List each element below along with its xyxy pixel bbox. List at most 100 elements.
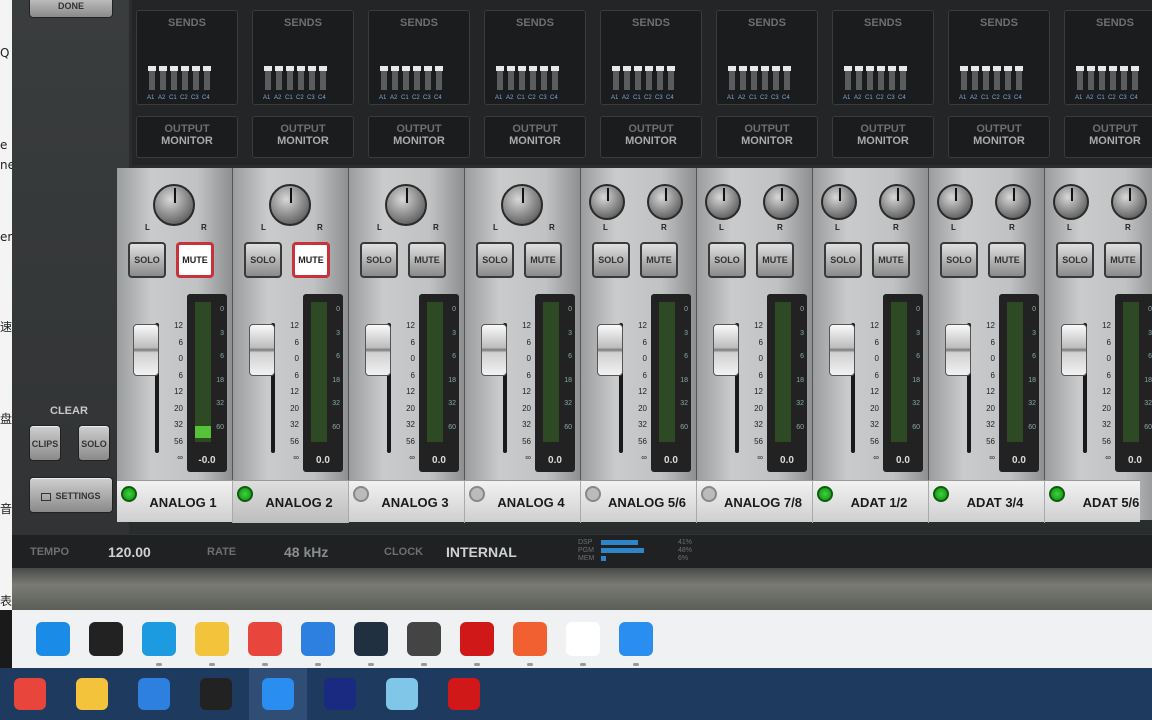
send-level-slider[interactable] [1120, 66, 1128, 90]
send-level-slider[interactable] [993, 66, 1001, 90]
send-level-slider[interactable] [159, 66, 167, 90]
power-icon[interactable] [585, 486, 601, 502]
output-selector[interactable]: OUTPUT MONITOR [948, 116, 1050, 158]
output-selector[interactable]: OUTPUT MONITOR [600, 116, 702, 158]
send-level-slider[interactable] [960, 66, 968, 90]
send-level-slider[interactable] [623, 66, 631, 90]
pan-right-knob[interactable] [995, 184, 1031, 220]
send-level-slider[interactable] [982, 66, 990, 90]
pan-left-knob[interactable] [589, 184, 625, 220]
send-level-slider[interactable] [866, 66, 874, 90]
channel-name-cell[interactable]: ANALOG 3 [349, 481, 465, 523]
volume-fader[interactable] [945, 324, 971, 376]
pan-knob[interactable] [501, 184, 543, 226]
send-level-slider[interactable] [1076, 66, 1084, 90]
file-explorer-icon[interactable] [76, 678, 108, 710]
solo-button[interactable]: SOLO [940, 242, 978, 278]
search-icon[interactable] [89, 622, 123, 656]
send-level-slider[interactable] [203, 66, 211, 90]
send-level-slider[interactable] [518, 66, 526, 90]
send-level-slider[interactable] [308, 66, 316, 90]
mute-button[interactable]: MUTE [524, 242, 562, 278]
pan-left-knob[interactable] [705, 184, 741, 220]
send-level-slider[interactable] [877, 66, 885, 90]
pan-knob[interactable] [385, 184, 427, 226]
mute-button[interactable]: MUTE [1104, 242, 1142, 278]
send-level-slider[interactable] [319, 66, 327, 90]
power-icon[interactable] [353, 486, 369, 502]
send-level-slider[interactable] [297, 66, 305, 90]
power-icon[interactable] [121, 486, 137, 502]
send-level-slider[interactable] [435, 66, 443, 90]
volume-fader[interactable] [133, 324, 159, 376]
pan-right-knob[interactable] [879, 184, 915, 220]
power-icon[interactable] [469, 486, 485, 502]
send-level-slider[interactable] [612, 66, 620, 90]
channel-name-cell[interactable]: ANALOG 5/6 [581, 481, 697, 523]
power-icon[interactable] [817, 486, 833, 502]
volume-fader[interactable] [829, 324, 855, 376]
send-level-slider[interactable] [899, 66, 907, 90]
solo-button[interactable]: SOLO [708, 242, 746, 278]
orange-app-icon[interactable] [513, 622, 547, 666]
solo-button[interactable]: SOLO [592, 242, 630, 278]
solo-button[interactable]: SOLO [128, 242, 166, 278]
send-level-slider[interactable] [424, 66, 432, 90]
send-level-slider[interactable] [1109, 66, 1117, 90]
kx-app-icon[interactable] [324, 678, 356, 710]
send-level-slider[interactable] [264, 66, 272, 90]
send-level-slider[interactable] [750, 66, 758, 90]
solo-button[interactable]: SOLO [476, 242, 514, 278]
power-icon[interactable] [237, 486, 253, 502]
send-level-slider[interactable] [783, 66, 791, 90]
dark-app-icon[interactable] [354, 622, 388, 666]
channel-name-cell[interactable]: ANALOG 2 [233, 481, 349, 523]
send-level-slider[interactable] [413, 66, 421, 90]
record-icon[interactable] [448, 678, 480, 710]
clear-clips-button[interactable]: CLIPS [29, 425, 61, 461]
send-level-slider[interactable] [507, 66, 515, 90]
power-icon[interactable] [701, 486, 717, 502]
brand-app-icon[interactable] [566, 622, 600, 666]
pan-left-knob[interactable] [1053, 184, 1089, 220]
output-selector[interactable]: OUTPUT MONITOR [484, 116, 586, 158]
volume-fader[interactable] [1061, 324, 1087, 376]
send-level-slider[interactable] [192, 66, 200, 90]
audio-app-icon[interactable] [407, 622, 441, 666]
send-level-slider[interactable] [496, 66, 504, 90]
clock-value[interactable]: INTERNAL [446, 544, 517, 560]
send-level-slider[interactable] [540, 66, 548, 90]
volume-fader[interactable] [249, 324, 275, 376]
send-level-slider[interactable] [181, 66, 189, 90]
rate-value[interactable]: 48 kHz [284, 544, 328, 560]
channel-name-cell[interactable]: ANALOG 1 [117, 481, 233, 523]
file-explorer-icon[interactable] [195, 622, 229, 666]
output-selector[interactable]: OUTPUT MONITOR [136, 116, 238, 158]
volume-fader[interactable] [365, 324, 391, 376]
edge-icon[interactable] [142, 622, 176, 666]
pan-right-knob[interactable] [763, 184, 799, 220]
glass-app-icon[interactable] [386, 678, 418, 710]
send-level-slider[interactable] [844, 66, 852, 90]
pan-knob[interactable] [153, 184, 195, 226]
send-level-slider[interactable] [286, 66, 294, 90]
mute-button[interactable]: MUTE [872, 242, 910, 278]
channel-name-cell[interactable]: ANALOG 7/8 [697, 481, 813, 523]
send-level-slider[interactable] [170, 66, 178, 90]
send-level-slider[interactable] [529, 66, 537, 90]
volume-fader[interactable] [597, 324, 623, 376]
send-level-slider[interactable] [971, 66, 979, 90]
channel-name-cell[interactable]: ADAT 3/4 [929, 481, 1045, 523]
chrome-icon[interactable] [248, 622, 282, 666]
send-level-slider[interactable] [380, 66, 388, 90]
send-level-slider[interactable] [634, 66, 642, 90]
send-level-slider[interactable] [1015, 66, 1023, 90]
solo-button[interactable]: SOLO [824, 242, 862, 278]
send-level-slider[interactable] [739, 66, 747, 90]
record-icon[interactable] [460, 622, 494, 666]
mute-button[interactable]: MUTE [988, 242, 1026, 278]
send-level-slider[interactable] [667, 66, 675, 90]
channel-name-cell[interactable]: ANALOG 4 [465, 481, 581, 523]
k-app-icon[interactable] [301, 622, 335, 666]
channel-name-cell[interactable]: ADAT 1/2 [813, 481, 929, 523]
